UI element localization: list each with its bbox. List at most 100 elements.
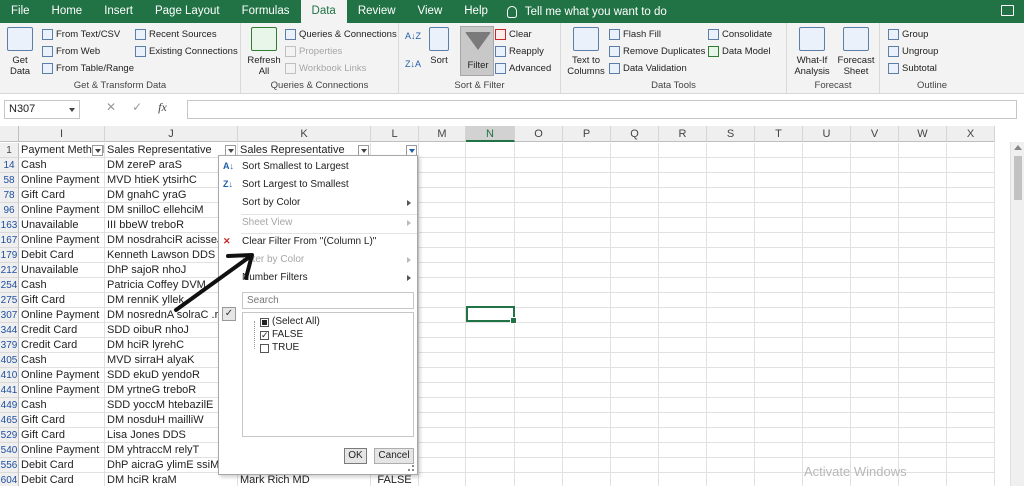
column-header-i[interactable]: I [19, 126, 105, 142]
table-cell[interactable] [563, 398, 611, 413]
consolidate-button[interactable]: Consolidate [708, 29, 772, 40]
filter-search-input[interactable]: Search [242, 292, 414, 309]
table-cell[interactable] [563, 353, 611, 368]
table-cell[interactable] [707, 293, 755, 308]
table-cell[interactable] [851, 263, 899, 278]
table-cell[interactable] [947, 473, 995, 486]
table-cell[interactable] [466, 398, 515, 413]
table-cell[interactable] [563, 173, 611, 188]
from-text-csv-button[interactable]: From Text/CSV [42, 29, 120, 40]
table-cell[interactable] [755, 383, 803, 398]
table-cell[interactable] [515, 458, 563, 473]
table-cell[interactable]: Credit Card [19, 323, 105, 338]
tab-review[interactable]: Review [347, 0, 407, 23]
table-cell[interactable] [419, 383, 466, 398]
table-cell[interactable] [419, 338, 466, 353]
table-cell[interactable] [803, 413, 851, 428]
advanced-filter-button[interactable]: Advanced [495, 63, 551, 74]
table-cell[interactable] [899, 263, 947, 278]
tab-file[interactable]: File [0, 0, 41, 23]
table-cell[interactable]: Unavailable [19, 263, 105, 278]
table-cell[interactable] [611, 473, 659, 486]
column-header-l[interactable]: L [371, 126, 419, 142]
table-cell[interactable]: Online Payment [19, 173, 105, 188]
table-cell[interactable] [659, 368, 707, 383]
header-cell[interactable] [803, 143, 851, 158]
table-cell[interactable] [947, 323, 995, 338]
table-cell[interactable] [851, 188, 899, 203]
table-cell[interactable] [947, 443, 995, 458]
table-cell[interactable] [419, 473, 466, 486]
table-cell[interactable] [515, 173, 563, 188]
table-cell[interactable] [659, 293, 707, 308]
table-cell[interactable]: Cash [19, 158, 105, 173]
table-cell[interactable] [466, 428, 515, 443]
table-cell[interactable] [899, 443, 947, 458]
workbook-links-button[interactable]: Workbook Links [285, 63, 366, 74]
table-cell[interactable] [659, 308, 707, 323]
column-header-q[interactable]: Q [611, 126, 659, 142]
column-header-o[interactable]: O [515, 126, 563, 142]
header-cell[interactable] [659, 143, 707, 158]
table-cell[interactable] [659, 428, 707, 443]
filter-item-select-all[interactable]: (Select All) [260, 316, 320, 328]
table-cell[interactable] [611, 323, 659, 338]
table-cell[interactable] [515, 368, 563, 383]
text-to-columns-button[interactable]: Text to Columns [566, 27, 606, 77]
table-cell[interactable] [466, 173, 515, 188]
table-cell[interactable] [851, 323, 899, 338]
table-cell[interactable] [803, 173, 851, 188]
table-cell[interactable] [659, 218, 707, 233]
insert-function-icon[interactable]: fx [158, 100, 167, 115]
table-cell[interactable] [419, 323, 466, 338]
table-cell[interactable] [419, 413, 466, 428]
chevron-down-icon[interactable] [69, 108, 75, 112]
table-cell[interactable] [466, 368, 515, 383]
table-cell[interactable] [563, 158, 611, 173]
filter-button[interactable]: Filter [460, 26, 494, 76]
table-cell[interactable] [659, 158, 707, 173]
table-cell[interactable] [707, 473, 755, 486]
table-cell[interactable] [466, 263, 515, 278]
column-header-t[interactable]: T [755, 126, 803, 142]
table-cell[interactable] [707, 323, 755, 338]
table-cell[interactable] [611, 248, 659, 263]
table-cell[interactable] [707, 158, 755, 173]
table-cell[interactable] [851, 203, 899, 218]
table-cell[interactable] [899, 218, 947, 233]
resize-grip-icon[interactable] [408, 465, 414, 471]
table-cell[interactable] [515, 413, 563, 428]
table-cell[interactable] [419, 263, 466, 278]
row-header[interactable]: 179 [0, 248, 19, 263]
row-header[interactable]: 1 [0, 143, 19, 158]
queries-connections-button[interactable]: Queries & Connections [285, 29, 397, 40]
table-cell[interactable] [803, 248, 851, 263]
table-cell[interactable] [563, 188, 611, 203]
table-cell[interactable] [707, 173, 755, 188]
table-cell[interactable] [899, 368, 947, 383]
table-cell[interactable] [947, 218, 995, 233]
table-cell[interactable] [947, 293, 995, 308]
table-cell[interactable] [707, 383, 755, 398]
table-cell[interactable] [851, 293, 899, 308]
table-cell[interactable]: Gift Card [19, 188, 105, 203]
column-header-w[interactable]: W [899, 126, 947, 142]
table-cell[interactable] [899, 413, 947, 428]
table-cell[interactable] [659, 188, 707, 203]
table-cell[interactable] [851, 383, 899, 398]
table-cell[interactable]: Debit Card [19, 458, 105, 473]
properties-button[interactable]: Properties [285, 46, 342, 57]
table-cell[interactable] [563, 248, 611, 263]
from-web-button[interactable]: From Web [42, 46, 100, 57]
table-cell[interactable] [466, 338, 515, 353]
table-cell[interactable] [803, 218, 851, 233]
header-cell[interactable] [707, 143, 755, 158]
table-cell[interactable] [851, 278, 899, 293]
table-cell[interactable] [419, 188, 466, 203]
table-cell[interactable]: Online Payment [19, 233, 105, 248]
table-cell[interactable] [563, 218, 611, 233]
cancel-button[interactable]: Cancel [374, 448, 414, 464]
table-cell[interactable] [563, 203, 611, 218]
table-cell[interactable] [563, 473, 611, 486]
table-cell[interactable] [419, 458, 466, 473]
